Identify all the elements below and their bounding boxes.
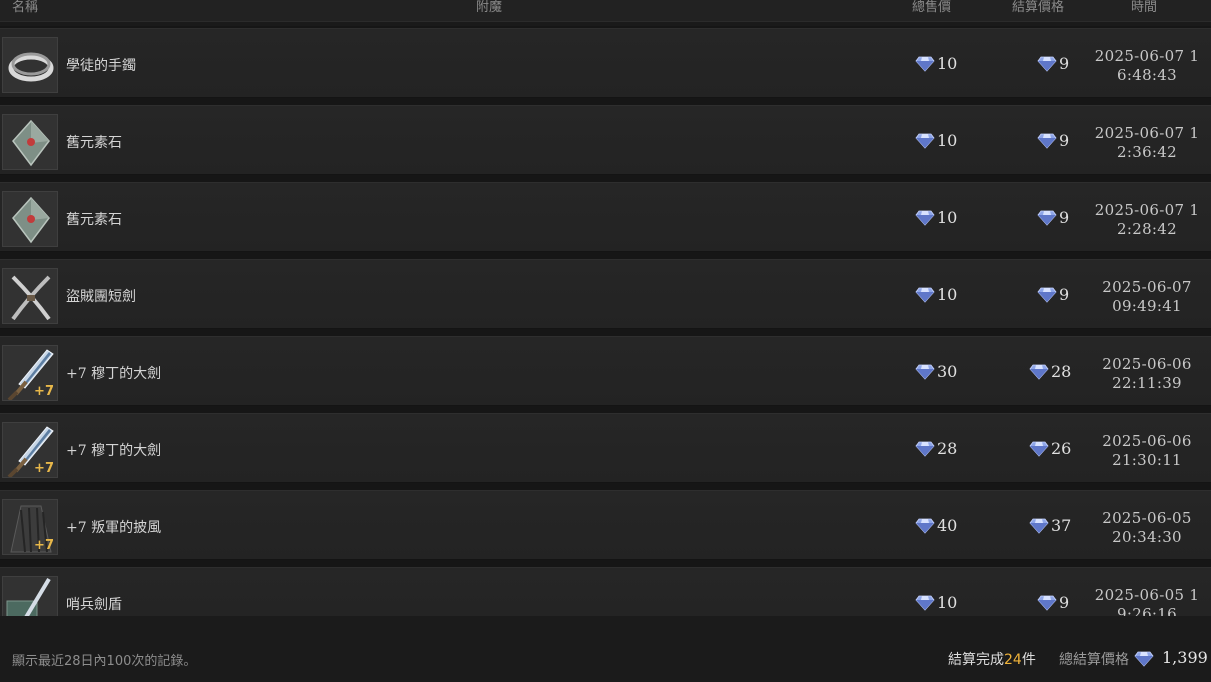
column-header-time[interactable]: 時間: [1131, 0, 1157, 16]
timestamp-line-2: 22:11:39: [1112, 374, 1182, 392]
enhance-level-badge: +7: [34, 384, 54, 399]
enhance-level-badge: +7: [34, 538, 54, 553]
diamond-icon: [1037, 210, 1057, 230]
timestamp-line-2: 2:28:42: [1117, 220, 1177, 238]
total-price: 10: [937, 285, 958, 304]
table-row[interactable]: 盜賊團短劍 10 9 2025-06-07 09:49:41: [0, 259, 1211, 329]
column-header-enchant[interactable]: 附魔: [476, 0, 502, 16]
item-name: +7 穆丁的大劍: [66, 443, 162, 459]
item-name: 學徒的手鐲: [66, 58, 136, 74]
timestamp-line-2: 9:26:16: [1117, 605, 1177, 616]
column-header-settle-price[interactable]: 結算價格: [1012, 0, 1064, 16]
timestamp: 2025-06-07 09:49:41: [1088, 278, 1206, 316]
diamond-icon: [1037, 133, 1057, 153]
diamond-icon: [915, 441, 935, 461]
diamond-icon: [915, 595, 935, 615]
table-row[interactable]: 舊元素石 10 9 2025-06-07 1 2:36:42: [0, 105, 1211, 175]
footer-bar: 顯示最近28日內100次的記錄。 結算完成24件 總結算價格 1,399: [0, 616, 1211, 682]
settle-price: 9: [1059, 54, 1070, 73]
item-thumbnail: +7: [2, 345, 58, 401]
diamond-icon: [1029, 518, 1049, 538]
table-row[interactable]: 學徒的手鐲 10 9 2025-06-07 1 6:48:43: [0, 28, 1211, 98]
table-row[interactable]: +7 +7 穆丁的大劍 28 26 2025-06-06 21:30:11: [0, 413, 1211, 483]
column-header-name[interactable]: 名稱: [12, 0, 38, 16]
timestamp-line-1: 2025-06-06: [1102, 355, 1192, 373]
total-price: 10: [937, 208, 958, 227]
diamond-icon: [1029, 441, 1049, 461]
diamond-icon: [915, 364, 935, 384]
total-price: 10: [937, 131, 958, 150]
history-note: 顯示最近28日內100次的記錄。: [12, 654, 197, 669]
diamond-icon: [1037, 595, 1057, 615]
timestamp: 2025-06-05 1 9:26:16: [1088, 586, 1206, 616]
diamond-icon: [915, 56, 935, 76]
settle-price: 9: [1059, 285, 1070, 304]
settle-price: 9: [1059, 131, 1070, 150]
total-price: 10: [937, 54, 958, 73]
table-row[interactable]: 舊元素石 10 9 2025-06-07 1 2:28:42: [0, 182, 1211, 252]
transaction-list[interactable]: 學徒的手鐲 10 9 2025-06-07 1 6:48:43 舊元素石 10 9 2025-0…: [0, 26, 1211, 616]
settle-price: 9: [1059, 593, 1070, 612]
table-header: 名稱 附魔 總售價 結算價格 時間: [0, 0, 1211, 22]
timestamp-line-2: 09:49:41: [1112, 297, 1182, 315]
item-name: +7 穆丁的大劍: [66, 366, 162, 382]
settle-price: 26: [1051, 439, 1072, 458]
item-name: +7 叛軍的披風: [66, 520, 162, 536]
item-thumbnail: +7: [2, 499, 58, 555]
item-thumbnail: [2, 191, 58, 247]
diamond-icon: [1037, 56, 1057, 76]
item-thumbnail: [2, 268, 58, 324]
timestamp-line-1: 2025-06-05 1: [1094, 586, 1200, 604]
timestamp: 2025-06-07 1 2:28:42: [1088, 201, 1206, 239]
diamond-icon: [915, 518, 935, 538]
timestamp-line-1: 2025-06-06: [1102, 432, 1192, 450]
diamond-icon: [915, 210, 935, 230]
timestamp: 2025-06-07 1 2:36:42: [1088, 124, 1206, 162]
timestamp-line-1: 2025-06-07 1: [1094, 201, 1200, 219]
item-thumbnail: [2, 576, 58, 616]
timestamp: 2025-06-06 21:30:11: [1088, 432, 1206, 470]
column-header-total-price[interactable]: 總售價: [912, 0, 951, 16]
item-name: 舊元素石: [66, 135, 122, 151]
timestamp: 2025-06-05 20:34:30: [1088, 509, 1206, 547]
table-row[interactable]: 哨兵劍盾 10 9 2025-06-05 1 9:26:16: [0, 567, 1211, 616]
settled-count: 結算完成24件: [948, 652, 1036, 668]
timestamp-line-1: 2025-06-05: [1102, 509, 1192, 527]
settled-count-value: 24: [1004, 652, 1022, 668]
timestamp: 2025-06-06 22:11:39: [1088, 355, 1206, 393]
settle-price: 9: [1059, 208, 1070, 227]
total-settle-value: 1,399: [1162, 648, 1208, 667]
total-settle-label: 總結算價格: [1059, 652, 1129, 668]
item-name: 舊元素石: [66, 212, 122, 228]
diamond-icon: [915, 287, 935, 307]
total-price: 10: [937, 593, 958, 612]
total-price: 28: [937, 439, 958, 458]
table-row[interactable]: +7 +7 叛軍的披風 40 37 2025-06-05 20:34:30: [0, 490, 1211, 560]
item-name: 盜賊團短劍: [66, 289, 136, 305]
timestamp-line-1: 2025-06-07 1: [1094, 47, 1200, 65]
item-name: 哨兵劍盾: [66, 597, 122, 613]
diamond-icon: [1029, 364, 1049, 384]
diamond-icon: [1037, 287, 1057, 307]
settle-price: 28: [1051, 362, 1072, 381]
total-price: 40: [937, 516, 958, 535]
diamond-icon: [915, 133, 935, 153]
timestamp-line-1: 2025-06-07 1: [1094, 124, 1200, 142]
timestamp-line-1: 2025-06-07: [1102, 278, 1192, 296]
item-thumbnail: +7: [2, 422, 58, 478]
timestamp: 2025-06-07 1 6:48:43: [1088, 47, 1206, 85]
item-thumbnail: [2, 37, 58, 93]
enhance-level-badge: +7: [34, 461, 54, 476]
item-thumbnail: [2, 114, 58, 170]
timestamp-line-2: 20:34:30: [1112, 528, 1182, 546]
total-price: 30: [937, 362, 958, 381]
settle-price: 37: [1051, 516, 1072, 535]
table-row[interactable]: +7 +7 穆丁的大劍 30 28 2025-06-06 22:11:39: [0, 336, 1211, 406]
diamond-icon: [1134, 651, 1154, 671]
timestamp-line-2: 21:30:11: [1112, 451, 1182, 469]
timestamp-line-2: 6:48:43: [1117, 66, 1177, 84]
timestamp-line-2: 2:36:42: [1117, 143, 1177, 161]
